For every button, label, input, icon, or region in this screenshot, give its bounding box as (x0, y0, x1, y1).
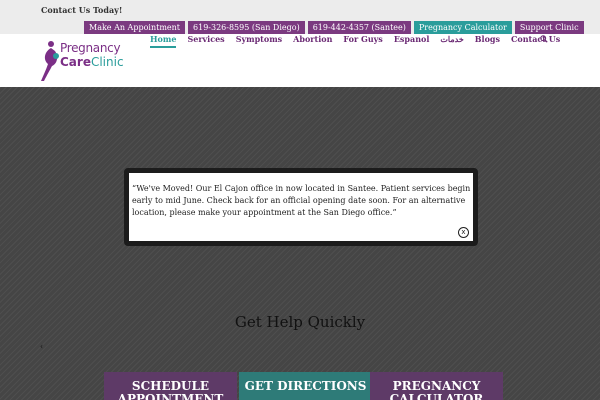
nav-symptoms[interactable]: Symptoms (236, 34, 282, 48)
nav-contact-us[interactable]: Contact Us (511, 34, 560, 48)
nav-blogs[interactable]: Blogs (475, 34, 500, 48)
site-header: Pregnancy CareClinic Home Services Sympt… (0, 34, 600, 87)
san-diego-phone-button[interactable]: 619-326-8595 (San Diego) (188, 21, 305, 34)
carousel-prev-arrow[interactable]: ‹ (40, 342, 43, 351)
contact-us-today-label: Contact Us Today! (41, 5, 123, 15)
make-appointment-button[interactable]: Make An Appointment (84, 21, 186, 34)
logo-care: Care (60, 55, 91, 69)
close-icon[interactable]: x (458, 227, 469, 238)
modal-message: “We've Moved! Our El Cajon office in now… (132, 184, 471, 217)
get-directions-button[interactable]: GET DIRECTIONS (239, 372, 372, 400)
pregnancy-calculator-cta[interactable]: PREGNANCY CALCULATOR (370, 372, 503, 400)
nav-espanol[interactable]: Espanol (394, 34, 430, 48)
announcement-modal: “We've Moved! Our El Cajon office in now… (124, 168, 478, 246)
logo-figure-icon (41, 41, 59, 81)
nav-services[interactable]: Services (187, 34, 224, 48)
logo-clinic: Clinic (90, 55, 124, 69)
pregnancy-calculator-button[interactable]: Pregnancy Calculator (413, 21, 512, 34)
search-icon[interactable] (540, 35, 548, 43)
nav-for-guys[interactable]: For Guys (343, 34, 382, 48)
nav-home[interactable]: Home (150, 34, 177, 48)
main-nav: Home Services Symptoms Abortion For Guys… (150, 34, 571, 48)
santee-phone-button[interactable]: 619-442-4357 (Santee) (307, 21, 411, 34)
top-button-group: Make An Appointment 619-326-8595 (San Di… (84, 21, 584, 34)
logo-line-1: Pregnancy (60, 41, 121, 55)
support-clinic-button[interactable]: Support Clinic (514, 21, 584, 34)
logo-line-2: CareClinic (60, 55, 124, 69)
nav-abortion[interactable]: Abortion (293, 34, 332, 48)
get-help-quickly-heading: Get Help Quickly (234, 313, 366, 331)
schedule-appointment-button[interactable]: SCHEDULE APPOINTMENT (104, 372, 237, 400)
top-bar: Contact Us Today! Make An Appointment 61… (0, 0, 600, 34)
pregnancy-care-clinic-logo[interactable]: Pregnancy CareClinic (40, 38, 132, 82)
nav-arabic[interactable]: خدمات (440, 34, 463, 48)
